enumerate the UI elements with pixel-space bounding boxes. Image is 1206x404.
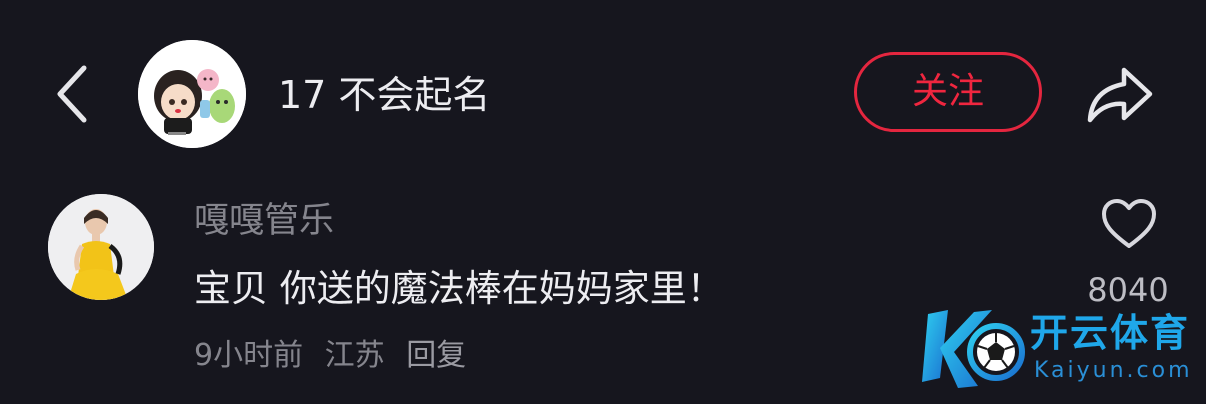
commenter-photo (48, 194, 154, 300)
video-header: 17 不会起名 关注 (0, 0, 1206, 190)
author-name[interactable]: 17 不会起名 (278, 70, 490, 120)
watermark-cn-text: 开云体育 (1030, 311, 1191, 355)
heart-outline-icon (1102, 199, 1156, 248)
share-button[interactable] (1080, 56, 1160, 132)
comment-location: 江苏 (324, 338, 385, 373)
author-avatar[interactable] (138, 40, 246, 148)
share-arrow-icon (1087, 67, 1153, 123)
back-button[interactable] (48, 58, 104, 130)
avatar-illustration (138, 40, 246, 148)
comment-meta: 9小时前 江苏 回复 (194, 334, 478, 378)
comment-text: 宝贝 你送的魔法棒在妈妈家里！ (194, 267, 724, 310)
reply-button[interactable]: 回复 (406, 338, 466, 373)
follow-button[interactable]: 关注 (854, 52, 1042, 132)
comment-author-name[interactable]: 嘎嘎管乐 (194, 198, 334, 244)
chevron-left-icon (57, 65, 87, 123)
commenter-avatar[interactable] (48, 194, 154, 300)
watermark-en-text: Kaiyun.com (1034, 358, 1193, 383)
watermark: 开云体育 Kaiyun.com (918, 300, 1198, 398)
like-button[interactable] (1100, 198, 1158, 250)
comment-time: 9小时前 (194, 338, 304, 373)
kaiyun-logo-icon (922, 310, 1025, 388)
